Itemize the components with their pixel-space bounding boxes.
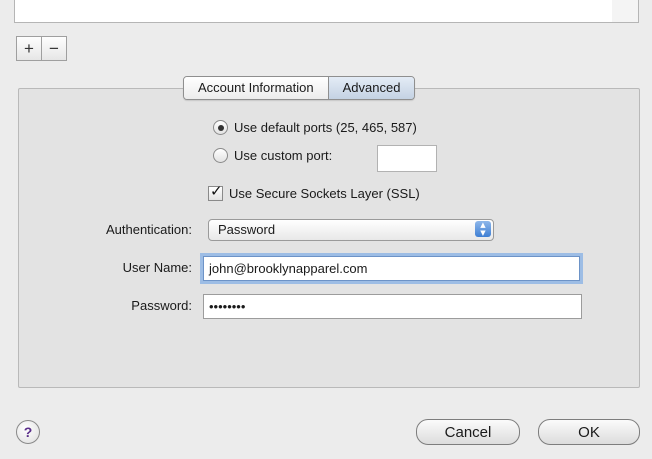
- authentication-value: Password: [218, 222, 276, 237]
- checkmark-icon: ✓: [210, 182, 223, 200]
- username-label: User Name:: [122, 260, 192, 275]
- ssl-option[interactable]: ✓ Use Secure Sockets Layer (SSL): [208, 182, 420, 201]
- remove-server-button[interactable]: −: [41, 36, 67, 61]
- custom-port-option[interactable]: Use custom port:: [213, 148, 332, 163]
- radio-selected-dot: [217, 124, 224, 131]
- default-ports-radio[interactable]: [213, 120, 228, 135]
- authentication-select[interactable]: Password ▲ ▼: [208, 219, 494, 241]
- server-list-scrollbar[interactable]: [612, 0, 639, 23]
- tab-account-information[interactable]: Account Information: [184, 77, 328, 99]
- add-server-button[interactable]: +: [16, 36, 42, 61]
- tab-advanced[interactable]: Advanced: [327, 77, 415, 99]
- ssl-checkbox[interactable]: ✓: [208, 182, 223, 201]
- help-icon[interactable]: ?: [16, 420, 40, 444]
- tab-bar: Account Information Advanced: [183, 76, 416, 100]
- ok-button[interactable]: OK: [538, 419, 640, 445]
- server-list[interactable]: [14, 0, 614, 23]
- password-field[interactable]: ••••••••: [203, 294, 582, 319]
- username-field[interactable]: john@brooklynapparel.com: [203, 256, 580, 281]
- custom-port-radio[interactable]: [213, 148, 228, 163]
- custom-port-input[interactable]: [377, 145, 437, 172]
- default-ports-option[interactable]: Use default ports (25, 465, 587): [213, 120, 417, 135]
- authentication-label: Authentication:: [105, 222, 192, 237]
- cancel-button[interactable]: Cancel: [416, 419, 520, 445]
- ssl-label: Use Secure Sockets Layer (SSL): [229, 186, 420, 201]
- default-ports-label: Use default ports (25, 465, 587): [234, 120, 417, 135]
- up-down-arrows-icon: ▲ ▼: [475, 221, 491, 237]
- custom-port-label: Use custom port:: [234, 148, 333, 163]
- password-label: Password:: [131, 298, 192, 313]
